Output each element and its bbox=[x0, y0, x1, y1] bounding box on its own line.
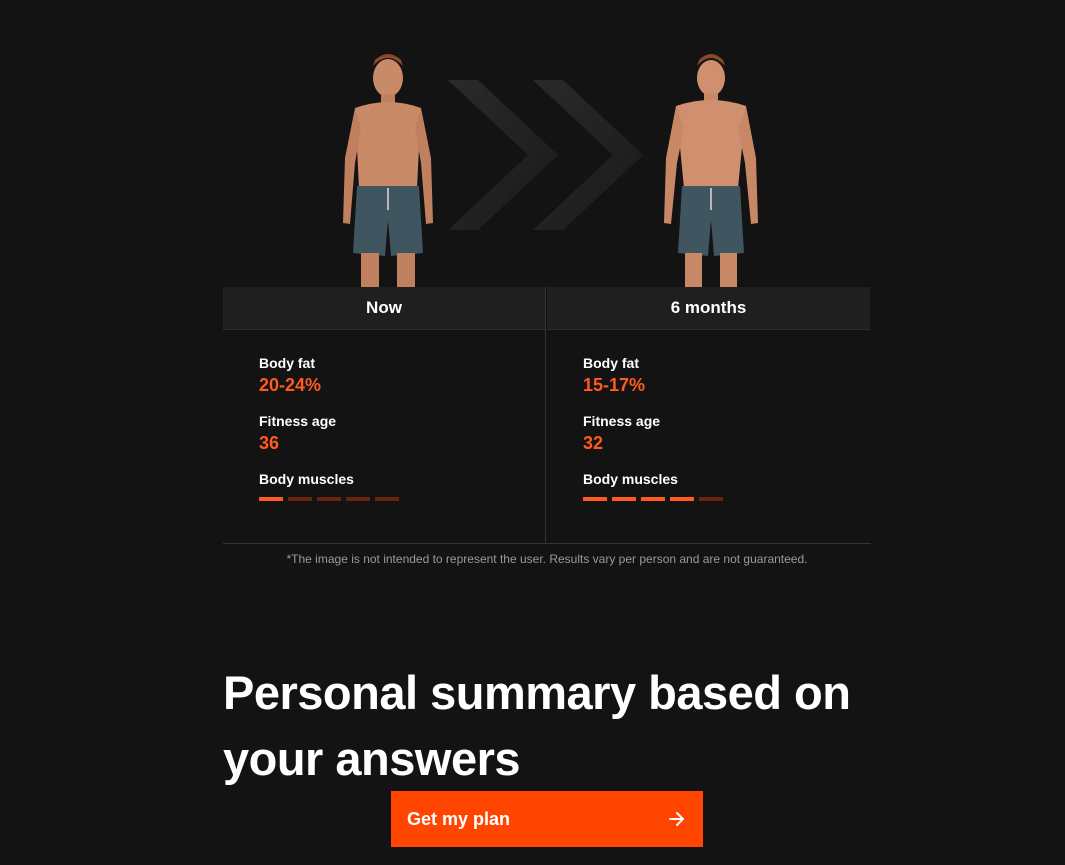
get-my-plan-button[interactable]: Get my plan bbox=[391, 791, 703, 847]
muscle-bar-segment bbox=[317, 497, 341, 501]
body-fat-value: 20-24% bbox=[259, 375, 322, 395]
muscle-bar-segment bbox=[670, 497, 694, 501]
fitness-age-label: Fitness age bbox=[259, 413, 337, 429]
body-muscles-label: Body muscles bbox=[259, 471, 354, 487]
body-6-months-image bbox=[664, 54, 758, 288]
body-muscles-meter bbox=[259, 497, 545, 501]
disclaimer-text: *The image is not intended to represent … bbox=[286, 552, 808, 566]
fitness-age-value: 36 bbox=[259, 433, 280, 453]
muscle-bar-segment bbox=[612, 497, 636, 501]
transformation-hero bbox=[223, 0, 871, 288]
muscle-bar-segment bbox=[699, 497, 723, 501]
muscle-bar-segment bbox=[288, 497, 312, 501]
body-fat-label: Body fat bbox=[259, 355, 315, 371]
get-my-plan-label: Get my plan bbox=[407, 808, 511, 829]
body-fat-label: Body fat bbox=[583, 355, 639, 371]
six-months-heading: 6 months bbox=[547, 287, 870, 330]
body-now-image bbox=[343, 54, 433, 288]
arrow-right-icon bbox=[669, 812, 684, 826]
fitness-age-label: Fitness age bbox=[583, 413, 661, 429]
muscle-bar-segment bbox=[641, 497, 665, 501]
now-heading: Now bbox=[223, 287, 545, 330]
six-months-column: 6 months Body fat 15-17% Fitness age 32 … bbox=[547, 287, 870, 543]
muscle-bar-segment bbox=[259, 497, 283, 501]
progress-chevron-icon bbox=[448, 80, 643, 230]
summary-title: Personal summary based on your answers bbox=[223, 666, 851, 785]
muscle-bar-segment bbox=[375, 497, 399, 501]
now-column: Now Body fat 20-24% Fitness age 36 Body … bbox=[223, 287, 546, 543]
fitness-age-value: 32 bbox=[583, 433, 604, 453]
muscle-bar-segment bbox=[346, 497, 370, 501]
comparison-table: Now Body fat 20-24% Fitness age 36 Body … bbox=[223, 287, 871, 544]
muscle-bar-segment bbox=[583, 497, 607, 501]
body-muscles-meter bbox=[583, 497, 870, 501]
body-muscles-label: Body muscles bbox=[583, 471, 678, 487]
body-fat-value: 15-17% bbox=[583, 375, 646, 395]
